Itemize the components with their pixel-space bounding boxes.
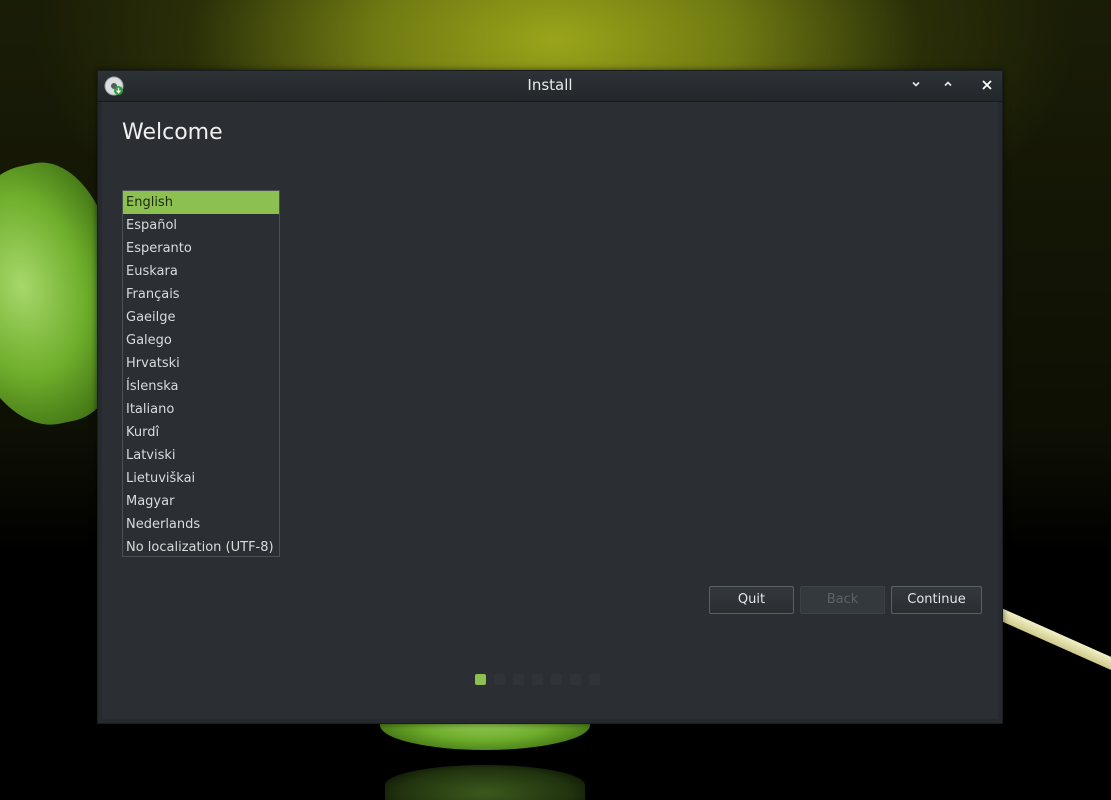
chevron-down-icon[interactable] — [906, 76, 926, 96]
window-content: Welcome English Español Esperanto Euskara Fr… — [102, 102, 998, 719]
language-item[interactable]: Nederlands — [123, 513, 279, 536]
language-item[interactable]: Esperanto — [123, 237, 279, 260]
language-item[interactable]: Gaeilge — [123, 306, 279, 329]
progress-step-dot — [532, 674, 543, 685]
window-titlebar[interactable]: Install — [98, 71, 1002, 102]
progress-step-dot — [570, 674, 581, 685]
language-item[interactable]: Magyar — [123, 490, 279, 513]
language-list[interactable]: English Español Esperanto Euskara Français Ga… — [122, 190, 280, 557]
close-icon[interactable] — [977, 76, 997, 96]
language-item[interactable]: English — [123, 191, 279, 214]
progress-step-dot — [551, 674, 562, 685]
language-item[interactable]: Lietuviškai — [123, 467, 279, 490]
page-title: Welcome — [122, 120, 223, 145]
language-item[interactable]: Íslenska — [123, 375, 279, 398]
window-title: Install — [527, 76, 573, 94]
chevron-up-icon[interactable] — [938, 76, 958, 96]
back-button[interactable]: Back — [800, 586, 885, 614]
progress-step-dot — [475, 674, 486, 685]
progress-step-dot — [513, 674, 524, 685]
language-item[interactable]: Español — [123, 214, 279, 237]
wallpaper-leaf-reflection — [385, 765, 585, 800]
language-item[interactable]: Hrvatski — [123, 352, 279, 375]
language-item[interactable]: Galego — [123, 329, 279, 352]
language-item[interactable]: Latviski — [123, 444, 279, 467]
progress-step-dot — [494, 674, 505, 685]
language-item[interactable]: Kurdî — [123, 421, 279, 444]
continue-button[interactable]: Continue — [891, 586, 982, 614]
language-item[interactable]: No localization (UTF-8) — [123, 536, 279, 556]
installer-window: Install Welcome English Español Esperanto E… — [97, 70, 1003, 724]
language-item[interactable]: Euskara — [123, 260, 279, 283]
quit-button[interactable]: Quit — [709, 586, 794, 614]
language-item[interactable]: Italiano — [123, 398, 279, 421]
progress-step-dot — [589, 674, 600, 685]
language-item[interactable]: Français — [123, 283, 279, 306]
